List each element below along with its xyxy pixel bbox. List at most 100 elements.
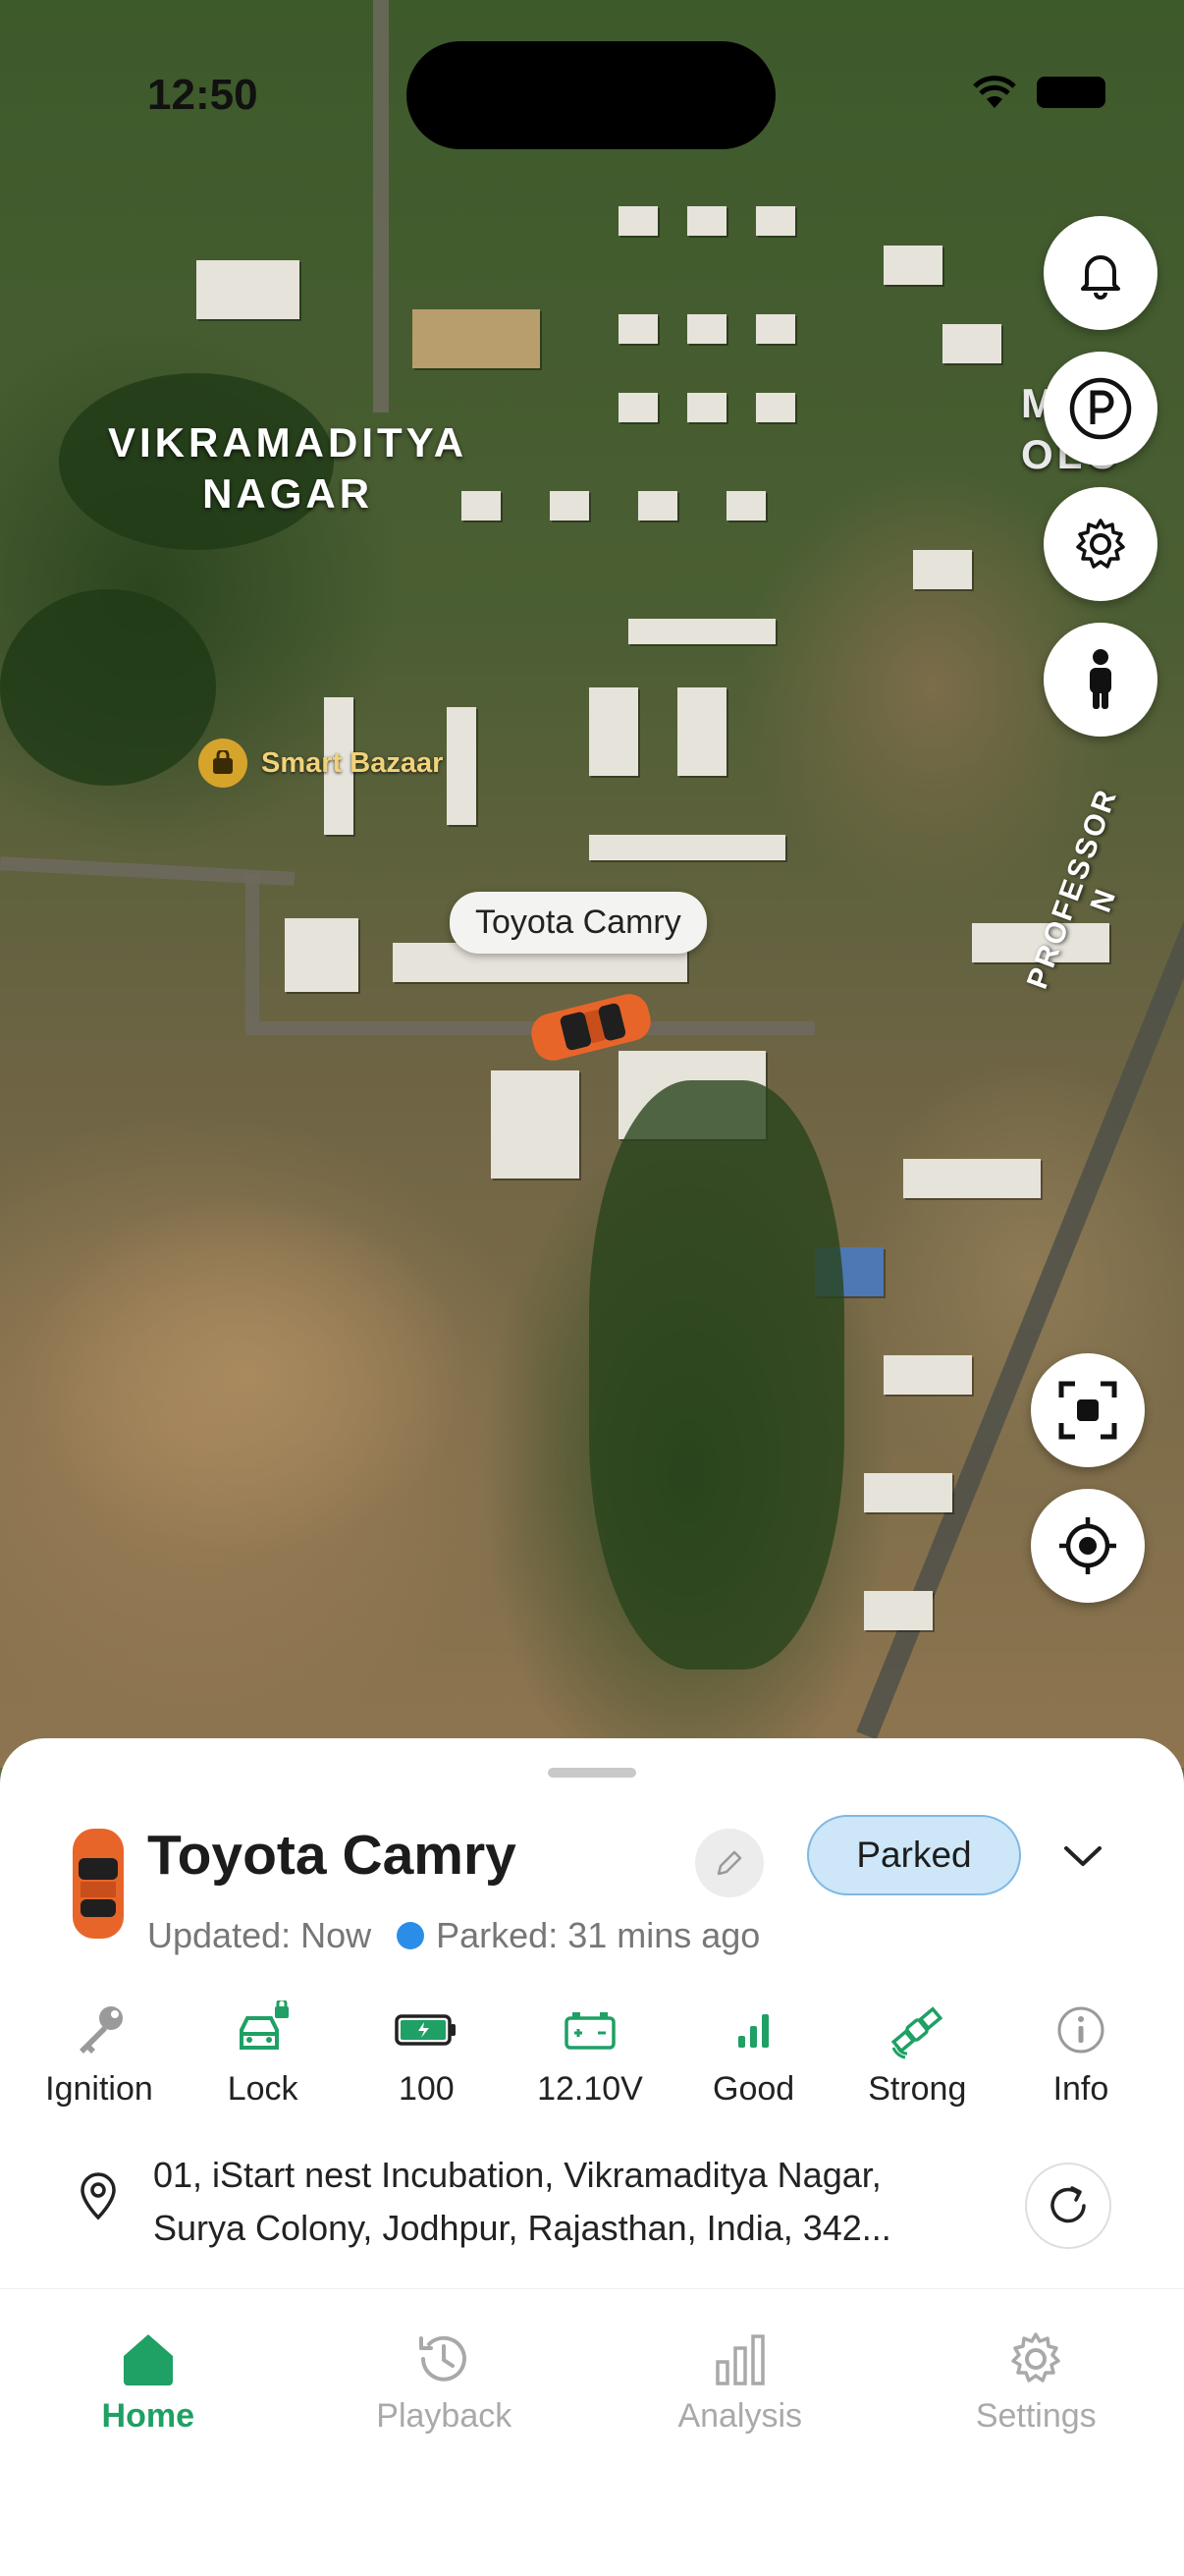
poi-label: Smart Bazaar	[261, 747, 443, 780]
metric-label: Strong	[868, 2070, 966, 2109]
status-time: 12:50	[147, 71, 258, 120]
vehicle-address: 01, iStart nest Incubation, Vikramaditya…	[153, 2149, 997, 2255]
car-callout[interactable]: Toyota Camry	[450, 892, 707, 954]
map-building	[285, 918, 358, 992]
metric-info[interactable]: Info	[1017, 1996, 1145, 2109]
vehicle-metrics: Ignition Lock	[35, 1996, 1145, 2109]
signal-icon	[732, 2008, 776, 2052]
road-label: PROFESSOR N	[1021, 784, 1157, 1006]
poi-smart-bazaar[interactable]: Smart Bazaar	[198, 739, 443, 788]
map-building	[687, 393, 727, 422]
map-building	[942, 324, 1001, 363]
map-building	[756, 393, 795, 422]
area-label-line: NAGAR	[108, 468, 467, 520]
status-icons	[972, 75, 1105, 110]
metric-label: Info	[1053, 2070, 1109, 2109]
map-tree	[589, 1080, 844, 1670]
map-building	[756, 314, 795, 344]
map-building	[619, 206, 658, 236]
bar-chart-icon	[710, 2329, 771, 2389]
notifications-button[interactable]	[1044, 216, 1157, 330]
nav-label: Home	[102, 2397, 194, 2436]
nav-label: Playback	[376, 2397, 511, 2436]
battery-icon	[395, 2010, 457, 2050]
nav-playback[interactable]: Playback	[296, 2289, 593, 2576]
map-building	[903, 1159, 1041, 1198]
wifi-icon	[972, 75, 1017, 110]
map-building	[589, 687, 638, 776]
satellite-icon	[888, 2001, 946, 2059]
gear-icon	[1071, 515, 1130, 574]
map-building	[913, 550, 972, 589]
map-building	[447, 707, 476, 825]
area-label: VIKRAMADITYA NAGAR	[108, 417, 467, 520]
nav-label: Settings	[976, 2397, 1097, 2436]
crosshair-icon	[1055, 1513, 1120, 1578]
bell-icon	[1073, 246, 1128, 301]
metric-label: Good	[713, 2070, 794, 2109]
car-marker-icon[interactable]	[525, 992, 657, 1063]
map-settings-button[interactable]	[1044, 487, 1157, 601]
metric-gps[interactable]: Strong	[853, 1996, 981, 2109]
map-building	[619, 393, 658, 422]
nav-home[interactable]: Home	[0, 2289, 296, 2576]
bottom-navigation: Home Playback Analysis Settings	[0, 2288, 1184, 2576]
map-building	[589, 835, 785, 860]
info-icon	[1055, 2004, 1106, 2055]
focus-frame-icon	[1055, 1378, 1120, 1443]
map-building	[550, 491, 589, 521]
my-location-button[interactable]	[1031, 1489, 1145, 1603]
vehicle-name: Toyota Camry	[147, 1823, 516, 1888]
parking-icon	[1067, 375, 1134, 442]
location-pin-icon	[77, 2172, 120, 2221]
person-button[interactable]	[1044, 623, 1157, 737]
home-icon	[118, 2329, 179, 2389]
map-building	[864, 1591, 933, 1630]
map-building	[864, 1473, 952, 1512]
metric-label: Lock	[228, 2070, 298, 2109]
map-building	[884, 246, 942, 285]
map-building	[638, 491, 677, 521]
map-building	[687, 206, 727, 236]
metric-voltage[interactable]: 12.10V	[526, 1996, 654, 2109]
pencil-icon	[713, 1846, 746, 1880]
map-view[interactable]: 12:50 VIKRAMADITYA NAGAR M S OLO PROFESS…	[0, 0, 1184, 1768]
map-building	[756, 206, 795, 236]
updated-text: Updated: Now	[147, 1915, 371, 1956]
area-label-line: VIKRAMADITYA	[108, 417, 467, 468]
address-line: 01, iStart nest Incubation, Vikramaditya…	[153, 2149, 997, 2202]
metric-signal[interactable]: Good	[690, 1996, 818, 2109]
vehicle-sheet[interactable]: Toyota Camry Parked Updated: Now Parked:…	[0, 1738, 1184, 2288]
sheet-drag-handle[interactable]	[548, 1768, 636, 1778]
metric-label: 12.10V	[537, 2070, 643, 2109]
edit-name-button[interactable]	[695, 1829, 764, 1897]
lock-icon	[234, 2001, 293, 2059]
map-building	[412, 309, 540, 368]
focus-vehicle-button[interactable]	[1031, 1353, 1145, 1467]
nav-settings[interactable]: Settings	[888, 2289, 1184, 2576]
map-building	[491, 1070, 579, 1178]
parked-duration: Parked: 31 mins ago	[436, 1915, 760, 1956]
gear-icon	[1005, 2329, 1066, 2389]
car-battery-icon	[563, 2008, 618, 2052]
address-line: Surya Colony, Jodhpur, Rajasthan, India,…	[153, 2202, 997, 2255]
nav-label: Analysis	[677, 2397, 802, 2436]
metric-ignition[interactable]: Ignition	[35, 1996, 163, 2109]
parking-button[interactable]	[1044, 352, 1157, 466]
status-badge[interactable]: Parked	[807, 1815, 1021, 1895]
metric-battery[interactable]: 100	[362, 1996, 490, 2109]
person-icon	[1081, 648, 1120, 711]
metric-lock[interactable]: Lock	[199, 1996, 327, 2109]
map-building	[628, 619, 776, 644]
chevron-down-icon[interactable]	[1060, 1840, 1105, 1870]
map-road	[245, 874, 259, 1031]
map-building	[196, 260, 299, 319]
history-icon	[413, 2329, 474, 2389]
map-tree	[0, 589, 216, 786]
map-road	[373, 0, 389, 412]
shopping-bag-icon	[198, 739, 247, 788]
refresh-address-button[interactable]	[1025, 2163, 1111, 2249]
dynamic-island	[406, 41, 776, 149]
metric-label: 100	[399, 2070, 455, 2109]
nav-analysis[interactable]: Analysis	[592, 2289, 888, 2576]
